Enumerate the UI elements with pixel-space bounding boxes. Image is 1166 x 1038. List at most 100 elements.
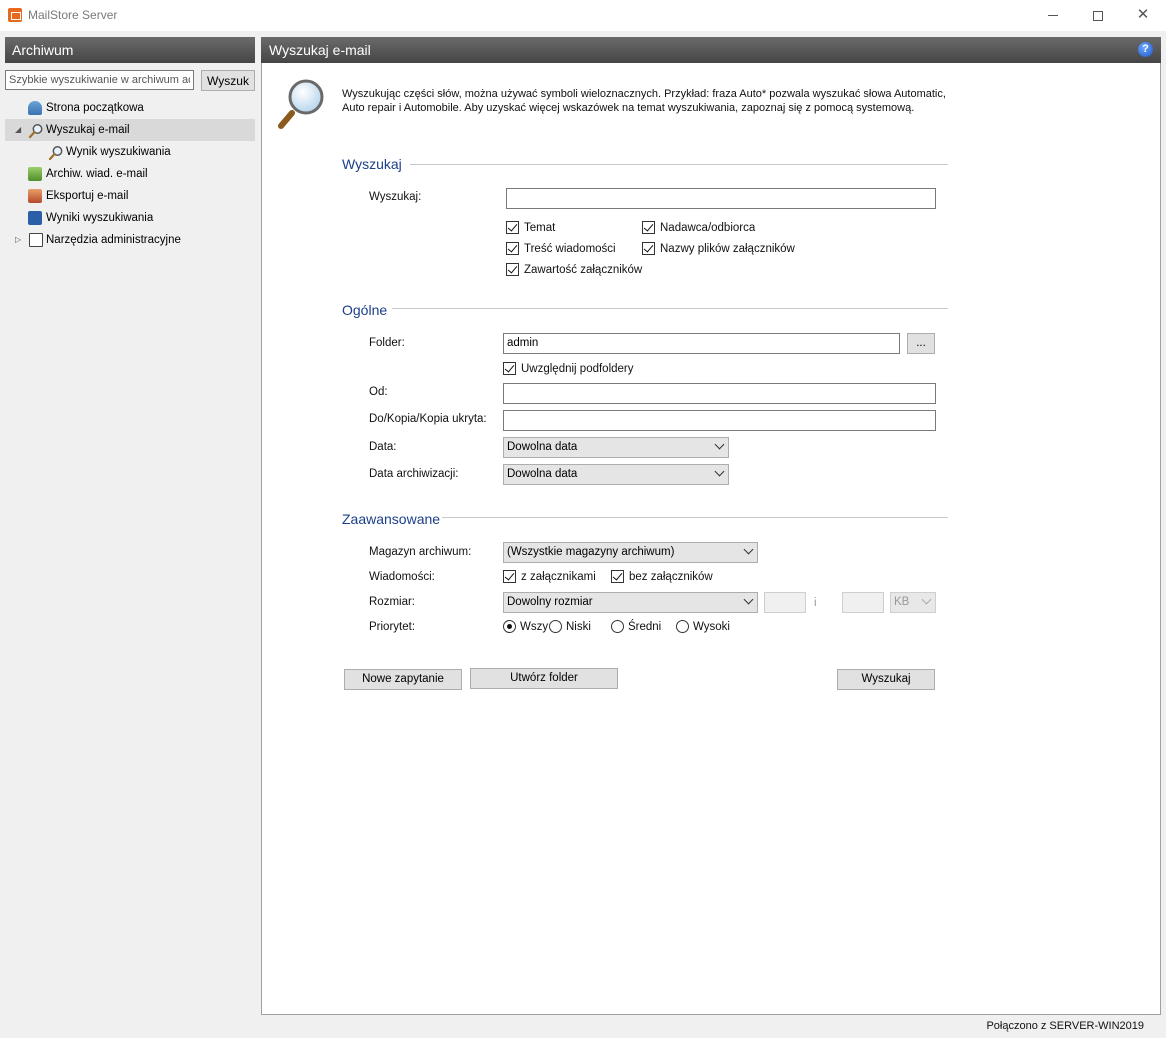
home-icon bbox=[28, 101, 42, 115]
checkbox-label: Treść wiadomości bbox=[524, 242, 616, 255]
checkbox-label: Nadawca/odbiorca bbox=[660, 221, 756, 234]
tree-item-search-email[interactable]: ◢ Wyszukaj e-mail bbox=[5, 119, 255, 141]
chevron-down-icon bbox=[921, 594, 932, 605]
create-folder-button[interactable]: Utwórz folder bbox=[470, 668, 618, 689]
minimize-button[interactable] bbox=[1030, 0, 1076, 31]
tree-item-admin-tools[interactable]: ▷ Narzędzia administracyjne bbox=[5, 229, 255, 251]
messages-label: Wiadomości: bbox=[369, 571, 435, 583]
select-value: Dowolny rozmiar bbox=[507, 596, 593, 608]
message-body-checkbox[interactable]: Treść wiadomości bbox=[506, 242, 616, 255]
collapse-arrow-icon[interactable]: ◢ bbox=[15, 119, 21, 141]
radio-label: Średni bbox=[628, 620, 662, 633]
navigation-tree: Strona początkowa ◢ Wyszukaj e-mail Wyni… bbox=[5, 97, 255, 251]
sender-recipient-checkbox[interactable]: Nadawca/odbiorca bbox=[642, 221, 755, 234]
attachment-content-checkbox[interactable]: Zawartość załączników bbox=[506, 263, 642, 276]
checkbox-box[interactable] bbox=[506, 242, 519, 255]
from-input[interactable] bbox=[503, 383, 936, 404]
chevron-down-icon bbox=[743, 544, 754, 555]
section-title-advanced: Zaawansowane bbox=[342, 511, 441, 527]
tree-item-label: Narzędzia administracyjne bbox=[46, 234, 181, 246]
size-select[interactable]: Dowolny rozmiar bbox=[503, 592, 758, 613]
browse-folder-button[interactable]: ... bbox=[907, 333, 935, 354]
tree-item-label: Strona początkowa bbox=[46, 102, 144, 114]
archive-icon bbox=[28, 167, 42, 181]
mailstore-app-icon bbox=[8, 8, 22, 22]
window-title: MailStore Server bbox=[28, 8, 118, 22]
quick-search-button[interactable]: Wyszuk bbox=[201, 70, 255, 91]
radio-label: Wszy bbox=[520, 620, 549, 633]
with-attachments-checkbox[interactable]: z załącznikami bbox=[503, 570, 596, 583]
checkbox-box[interactable] bbox=[611, 570, 624, 583]
to-cc-bcc-label: Do/Kopia/Kopia ukryta: bbox=[369, 413, 487, 425]
size-max-input[interactable] bbox=[842, 592, 884, 613]
search-input[interactable] bbox=[506, 188, 936, 209]
checkbox-label: z załącznikami bbox=[521, 570, 596, 583]
priority-high-radio[interactable]: Wysoki bbox=[676, 620, 730, 633]
size-unit-select[interactable]: KB bbox=[890, 592, 936, 613]
tree-item-export-email[interactable]: Eksportuj e-mail bbox=[5, 185, 255, 207]
radio-circle[interactable] bbox=[503, 620, 516, 633]
checkbox-box[interactable] bbox=[503, 570, 516, 583]
checkbox-label: Temat bbox=[524, 221, 556, 234]
sidebar-header: Archiwum bbox=[5, 37, 255, 63]
include-subfolders-checkbox[interactable]: Uwzględnij podfoldery bbox=[503, 362, 634, 375]
attachment-names-checkbox[interactable]: Nazwy plików załączników bbox=[642, 242, 795, 255]
radio-circle[interactable] bbox=[611, 620, 624, 633]
select-value: Dowolna data bbox=[507, 468, 578, 480]
tree-item-label: Archiw. wiad. e-mail bbox=[46, 168, 148, 180]
close-button[interactable]: ✕ bbox=[1120, 0, 1166, 31]
tools-icon bbox=[29, 233, 43, 247]
checkbox-label: Uwzględnij podfoldery bbox=[521, 362, 634, 375]
date-select[interactable]: Dowolna data bbox=[503, 437, 729, 458]
tree-item-archive-email[interactable]: Archiw. wiad. e-mail bbox=[5, 163, 255, 185]
to-cc-bcc-input[interactable] bbox=[503, 410, 936, 431]
tree-item-label: Eksportuj e-mail bbox=[46, 190, 129, 202]
priority-low-radio[interactable]: Niski bbox=[549, 620, 591, 633]
section-title-general: Ogólne bbox=[342, 302, 388, 318]
search-button[interactable]: Wyszukaj bbox=[837, 669, 935, 690]
tree-item-search-result[interactable]: Wynik wyszukiwania bbox=[5, 141, 255, 163]
quick-search-input[interactable] bbox=[5, 70, 194, 90]
results-icon bbox=[28, 211, 42, 225]
section-title-search: Wyszukaj bbox=[342, 156, 402, 172]
tree-item-label: Wyniki wyszukiwania bbox=[46, 212, 154, 224]
checkbox-box[interactable] bbox=[506, 263, 519, 276]
without-attachments-checkbox[interactable]: bez załączników bbox=[611, 570, 713, 583]
connection-status: Połączono z SERVER-WIN2019 bbox=[986, 1020, 1144, 1032]
section-divider bbox=[410, 164, 948, 165]
tree-item-home[interactable]: Strona początkowa bbox=[5, 97, 255, 119]
minimize-icon bbox=[1048, 15, 1058, 17]
maximize-icon bbox=[1093, 10, 1103, 21]
folder-label: Folder: bbox=[369, 337, 405, 349]
checkbox-label: bez załączników bbox=[629, 570, 713, 583]
radio-circle[interactable] bbox=[549, 620, 562, 633]
folder-input[interactable]: admin bbox=[503, 333, 900, 354]
priority-all-radio[interactable]: Wszy bbox=[503, 620, 548, 633]
from-label: Od: bbox=[369, 386, 388, 398]
tree-item-search-results[interactable]: Wyniki wyszukiwania bbox=[5, 207, 255, 229]
size-min-input[interactable] bbox=[764, 592, 806, 613]
main-header: Wyszukaj e-mail ? bbox=[261, 37, 1161, 63]
close-icon: ✕ bbox=[1136, 6, 1150, 23]
priority-label: Priorytet: bbox=[369, 621, 416, 633]
expand-arrow-icon[interactable]: ▷ bbox=[15, 229, 21, 251]
export-icon bbox=[28, 189, 42, 203]
checkbox-box[interactable] bbox=[503, 362, 516, 375]
checkbox-label: Nazwy plików załączników bbox=[660, 242, 795, 255]
search-hint-line: Wyszukując części słów, można używać sym… bbox=[342, 88, 946, 100]
new-query-button[interactable]: Nowe zapytanie bbox=[344, 669, 462, 690]
radio-circle[interactable] bbox=[676, 620, 689, 633]
priority-medium-radio[interactable]: Średni bbox=[611, 620, 661, 633]
size-label: Rozmiar: bbox=[369, 596, 416, 608]
checkbox-box[interactable] bbox=[642, 221, 655, 234]
archive-date-select[interactable]: Dowolna data bbox=[503, 464, 729, 485]
maximize-button[interactable] bbox=[1075, 0, 1121, 31]
page-title: Wyszukaj e-mail bbox=[269, 42, 371, 58]
archive-store-select[interactable]: (Wszystkie magazyny archiwum) bbox=[503, 542, 758, 563]
checkbox-box[interactable] bbox=[642, 242, 655, 255]
subject-checkbox[interactable]: Temat bbox=[506, 221, 555, 234]
checkbox-box[interactable] bbox=[506, 221, 519, 234]
section-divider bbox=[392, 308, 948, 309]
help-icon[interactable]: ? bbox=[1138, 42, 1153, 57]
search-hint-line: Auto repair i Automobile. Aby uzyskać wi… bbox=[342, 102, 915, 114]
